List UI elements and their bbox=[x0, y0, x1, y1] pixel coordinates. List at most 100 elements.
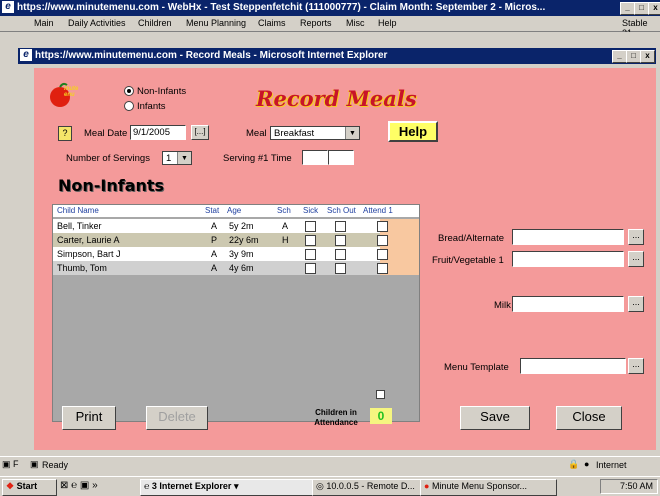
bread-browse-button[interactable]: ... bbox=[628, 229, 644, 245]
fruit-label: Fruit/Vegetable 1 bbox=[432, 255, 504, 266]
apple-icon: ● bbox=[424, 481, 432, 491]
help-button[interactable]: Help bbox=[388, 121, 438, 142]
meal-select[interactable]: Breakfast ▼ bbox=[270, 126, 360, 140]
menu-claims[interactable]: Claims bbox=[258, 18, 286, 28]
child-age: 5y 2m bbox=[229, 221, 254, 231]
globe-icon: ● bbox=[584, 459, 590, 469]
bread-field[interactable] bbox=[512, 229, 624, 245]
ie-icon: e bbox=[2, 1, 14, 14]
column-header: Child Name bbox=[57, 206, 99, 215]
attendance-select-all-checkbox[interactable] bbox=[376, 390, 385, 399]
remote-desktop-icon: ◎ bbox=[316, 481, 327, 491]
sick-checkbox[interactable] bbox=[305, 235, 316, 246]
page-icon: ▣ bbox=[30, 459, 39, 469]
close-icon[interactable]: x bbox=[640, 50, 655, 63]
menu-children[interactable]: Children bbox=[138, 18, 172, 28]
sick-checkbox[interactable] bbox=[305, 249, 316, 260]
menu-daily-activities[interactable]: Daily Activities bbox=[68, 18, 126, 28]
ie-icon: e bbox=[20, 49, 32, 62]
child-name: Carter, Laurie A bbox=[57, 235, 120, 245]
sch-out-checkbox[interactable] bbox=[335, 263, 346, 274]
maximize-button[interactable]: □ bbox=[626, 50, 641, 63]
date-picker-button[interactable]: [...] bbox=[191, 125, 209, 140]
serving-time-minute-field[interactable] bbox=[328, 150, 354, 165]
sch-out-checkbox[interactable] bbox=[335, 249, 346, 260]
taskbar-item-minute-menu[interactable]: ● Minute Menu Sponsor... bbox=[420, 479, 557, 496]
question-button[interactable]: ? bbox=[58, 126, 72, 141]
milk-field[interactable] bbox=[512, 296, 624, 312]
menu-template-field[interactable] bbox=[520, 358, 626, 374]
menu-menu-planning[interactable]: Menu Planning bbox=[186, 18, 246, 28]
menu-help[interactable]: Help bbox=[378, 18, 397, 28]
fruit-field[interactable] bbox=[512, 251, 624, 267]
radio-icon[interactable] bbox=[124, 86, 134, 97]
column-header: Attend 1 bbox=[363, 206, 393, 215]
attend-checkbox[interactable] bbox=[377, 235, 388, 246]
child-sch: A bbox=[282, 221, 289, 231]
sch-out-checkbox[interactable] bbox=[335, 221, 346, 232]
close-button[interactable]: Close bbox=[556, 406, 622, 430]
serving-time-hour-field[interactable] bbox=[302, 150, 328, 165]
attend-checkbox[interactable] bbox=[377, 221, 388, 232]
sick-checkbox[interactable] bbox=[305, 221, 316, 232]
menubar: Main Daily Activities Children Menu Plan… bbox=[0, 16, 660, 38]
child-sch: H bbox=[282, 235, 289, 245]
logo-text: inute enu bbox=[64, 86, 79, 98]
servings-select[interactable]: 1 ▼ bbox=[162, 151, 192, 165]
minimize-button[interactable]: _ bbox=[620, 2, 635, 15]
table-row[interactable]: Bell, Tinker A 5y 2m A bbox=[53, 219, 419, 233]
column-header: Stat bbox=[205, 206, 220, 215]
windows-icon: ❖ bbox=[6, 481, 15, 491]
bread-label: Bread/Alternate bbox=[438, 233, 505, 244]
clock: 7:50 AM bbox=[619, 481, 653, 491]
lock-icon: 🔒 bbox=[568, 459, 580, 469]
chevron-down-icon[interactable]: ▼ bbox=[345, 127, 359, 139]
inner-window-title: https://www.minutemenu.com - Record Meal… bbox=[35, 50, 388, 61]
menu-main[interactable]: Main bbox=[34, 18, 54, 28]
system-tray: 7:50 AM bbox=[600, 479, 658, 494]
servings-label: Number of Servings bbox=[66, 153, 150, 164]
menu-reports[interactable]: Reports bbox=[300, 18, 332, 28]
chevron-down-icon[interactable]: ▼ bbox=[177, 152, 191, 164]
milk-label: Milk bbox=[494, 300, 511, 311]
child-age: 4y 6m bbox=[229, 263, 254, 273]
menu-template-browse-button[interactable]: ... bbox=[628, 358, 644, 374]
status-bar: ▣ F ▣ Ready 🔒 ● Internet bbox=[0, 456, 660, 474]
page-icon: ▣ F bbox=[2, 459, 19, 469]
taskbar-item-remote-desktop[interactable]: ◎ 10.0.0.5 - Remote D... bbox=[312, 479, 421, 496]
children-in-attendance-label: Children in Attendance bbox=[314, 408, 358, 427]
child-name: Bell, Tinker bbox=[57, 221, 102, 231]
radio-non-infants[interactable]: Non-Infants bbox=[124, 86, 186, 97]
minimize-button[interactable]: _ bbox=[612, 50, 627, 63]
table-row[interactable]: Thumb, Tom A 4y 6m bbox=[53, 261, 419, 275]
section-heading: Non-Infants bbox=[58, 176, 165, 195]
sick-checkbox[interactable] bbox=[305, 263, 316, 274]
ie-icon: ℮ bbox=[144, 481, 152, 491]
quicklaunch-icons[interactable]: ⊠ ℮ ▣ » bbox=[60, 480, 98, 491]
servings-value: 1 bbox=[166, 153, 172, 164]
radio-icon[interactable] bbox=[124, 101, 134, 112]
status-text: Ready bbox=[42, 460, 69, 470]
child-age: 3y 9m bbox=[229, 249, 254, 259]
close-icon[interactable]: x bbox=[648, 2, 660, 15]
column-header: Sch bbox=[277, 206, 291, 215]
table-row[interactable]: Simpson, Bart J A 3y 9m bbox=[53, 247, 419, 261]
taskbar-item-ie[interactable]: ℮ 3 Internet Explorer ▾ bbox=[140, 479, 313, 496]
attend-checkbox[interactable] bbox=[377, 263, 388, 274]
maximize-button[interactable]: □ bbox=[634, 2, 649, 15]
menu-template-label: Menu Template bbox=[444, 362, 509, 373]
menu-misc[interactable]: Misc bbox=[346, 18, 365, 28]
save-button[interactable]: Save bbox=[460, 406, 530, 430]
radio-infants[interactable]: Infants bbox=[124, 101, 166, 112]
table-row[interactable]: Carter, Laurie A P 22y 6m H bbox=[53, 233, 419, 247]
milk-browse-button[interactable]: ... bbox=[628, 296, 644, 312]
child-stat: A bbox=[211, 263, 218, 273]
start-button[interactable]: ❖ Start bbox=[2, 479, 57, 496]
sch-out-checkbox[interactable] bbox=[335, 235, 346, 246]
meal-date-field[interactable]: 9/1/2005 bbox=[130, 125, 186, 140]
attend-checkbox[interactable] bbox=[377, 249, 388, 260]
print-button[interactable]: Print bbox=[62, 406, 116, 430]
delete-button[interactable]: Delete bbox=[146, 406, 208, 430]
fruit-browse-button[interactable]: ... bbox=[628, 251, 644, 267]
children-in-attendance-count: 0 bbox=[370, 408, 392, 424]
